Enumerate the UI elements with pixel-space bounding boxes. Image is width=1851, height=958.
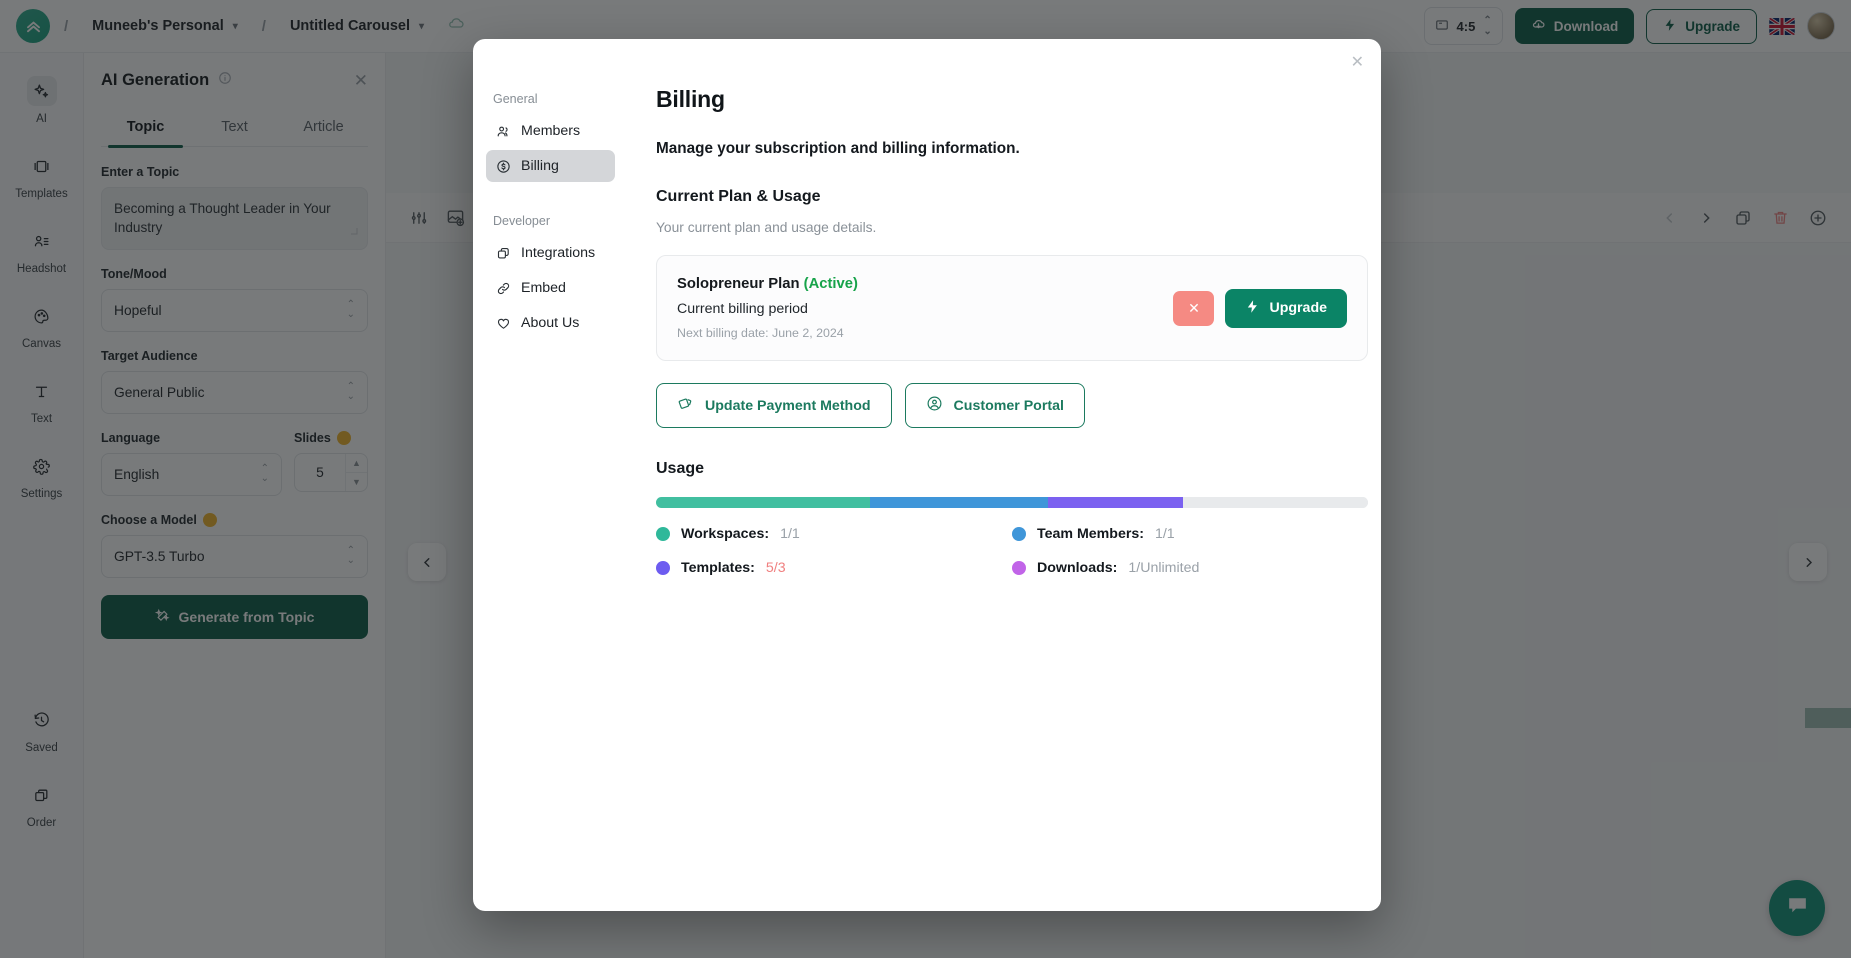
- plan-action-buttons: ✕ Upgrade: [1173, 289, 1347, 328]
- button-label: Update Payment Method: [705, 398, 871, 414]
- usage-label: Team Members:: [1037, 526, 1144, 542]
- usage-value: 1/1: [1155, 526, 1175, 542]
- customer-portal-button[interactable]: Customer Portal: [905, 383, 1085, 428]
- upgrade-label: Upgrade: [1269, 300, 1327, 316]
- button-label: Customer Portal: [954, 398, 1064, 414]
- usage-item-workspaces: Workspaces: 1/1: [656, 526, 1012, 542]
- usage-segment-team-members: [870, 497, 1048, 508]
- plan-name: Solopreneur Plan: [677, 276, 800, 292]
- nav-item-label: Integrations: [521, 245, 595, 261]
- nav-item-integrations[interactable]: Integrations: [486, 237, 615, 269]
- upgrade-plan-button[interactable]: Upgrade: [1225, 289, 1347, 328]
- nav-item-members[interactable]: Members: [486, 115, 615, 147]
- nav-group-general-label: General: [493, 92, 615, 106]
- legend-dot-icon: [1012, 561, 1026, 575]
- modal-sidebar-nav: General Members Billing Developer Integr…: [473, 39, 626, 911]
- user-circle-icon: [926, 395, 943, 416]
- usage-legend-grid: Workspaces: 1/1 Team Members: 1/1 Templa…: [656, 526, 1368, 576]
- legend-dot-icon: [656, 561, 670, 575]
- link-chain-icon: [496, 281, 511, 296]
- next-billing-date: Next billing date: June 2, 2024: [677, 326, 1173, 340]
- credit-cards-icon: [677, 395, 694, 416]
- usage-progress-bar: [656, 497, 1368, 508]
- payment-action-row: Update Payment Method Customer Portal: [656, 383, 1368, 428]
- current-plan-section-description: Your current plan and usage details.: [656, 220, 1368, 235]
- usage-section-heading: Usage: [656, 460, 1368, 478]
- close-x-icon: ✕: [1188, 300, 1200, 317]
- dollar-circle-icon: [496, 159, 511, 174]
- billing-period-label: Current billing period: [677, 301, 1173, 317]
- legend-dot-icon: [656, 527, 670, 541]
- nav-item-about-us[interactable]: About Us: [486, 307, 615, 339]
- heart-icon: [496, 316, 511, 331]
- usage-segment-templates: [1048, 497, 1183, 508]
- nav-item-billing[interactable]: Billing: [486, 150, 615, 182]
- modal-main-content: Billing Manage your subscription and bil…: [626, 39, 1381, 911]
- usage-segment-remaining: [1183, 497, 1368, 508]
- page-title: Billing: [656, 86, 1368, 113]
- nav-item-label: About Us: [521, 315, 579, 331]
- cancel-subscription-button[interactable]: ✕: [1173, 291, 1214, 326]
- usage-value: 1/1: [780, 526, 800, 542]
- users-icon: [496, 124, 511, 139]
- nav-item-embed[interactable]: Embed: [486, 272, 615, 304]
- usage-value: 1/Unlimited: [1128, 560, 1199, 576]
- billing-settings-modal: ✕ General Members Billing Developer: [473, 39, 1381, 911]
- usage-label: Workspaces:: [681, 526, 769, 542]
- integrations-squares-icon: [496, 246, 511, 261]
- nav-item-label: Billing: [521, 158, 559, 174]
- nav-group-developer-label: Developer: [493, 214, 615, 228]
- usage-label: Templates:: [681, 560, 755, 576]
- usage-item-templates: Templates: 5/3: [656, 560, 1012, 576]
- usage-item-team-members: Team Members: 1/1: [1012, 526, 1368, 542]
- plan-status-badge: (Active): [804, 276, 858, 292]
- update-payment-method-button[interactable]: Update Payment Method: [656, 383, 892, 428]
- usage-label: Downloads:: [1037, 560, 1117, 576]
- lightning-bolt-icon: [1245, 299, 1260, 318]
- legend-dot-icon: [1012, 527, 1026, 541]
- current-plan-card: Solopreneur Plan (Active) Current billin…: [656, 255, 1368, 361]
- current-plan-section-heading: Current Plan & Usage: [656, 188, 1368, 206]
- page-subtitle: Manage your subscription and billing inf…: [656, 140, 1368, 158]
- plan-details: Solopreneur Plan (Active) Current billin…: [677, 276, 1173, 340]
- close-modal-icon[interactable]: ✕: [1351, 55, 1364, 71]
- nav-item-label: Members: [521, 123, 580, 139]
- usage-value: 5/3: [766, 560, 786, 576]
- nav-item-label: Embed: [521, 280, 566, 296]
- plan-name-row: Solopreneur Plan (Active): [677, 276, 1173, 292]
- application-root: / Muneeb's Personal ▾ / Untitled Carouse…: [0, 0, 1851, 958]
- usage-segment-workspaces: [656, 497, 870, 508]
- usage-item-downloads: Downloads: 1/Unlimited: [1012, 560, 1368, 576]
